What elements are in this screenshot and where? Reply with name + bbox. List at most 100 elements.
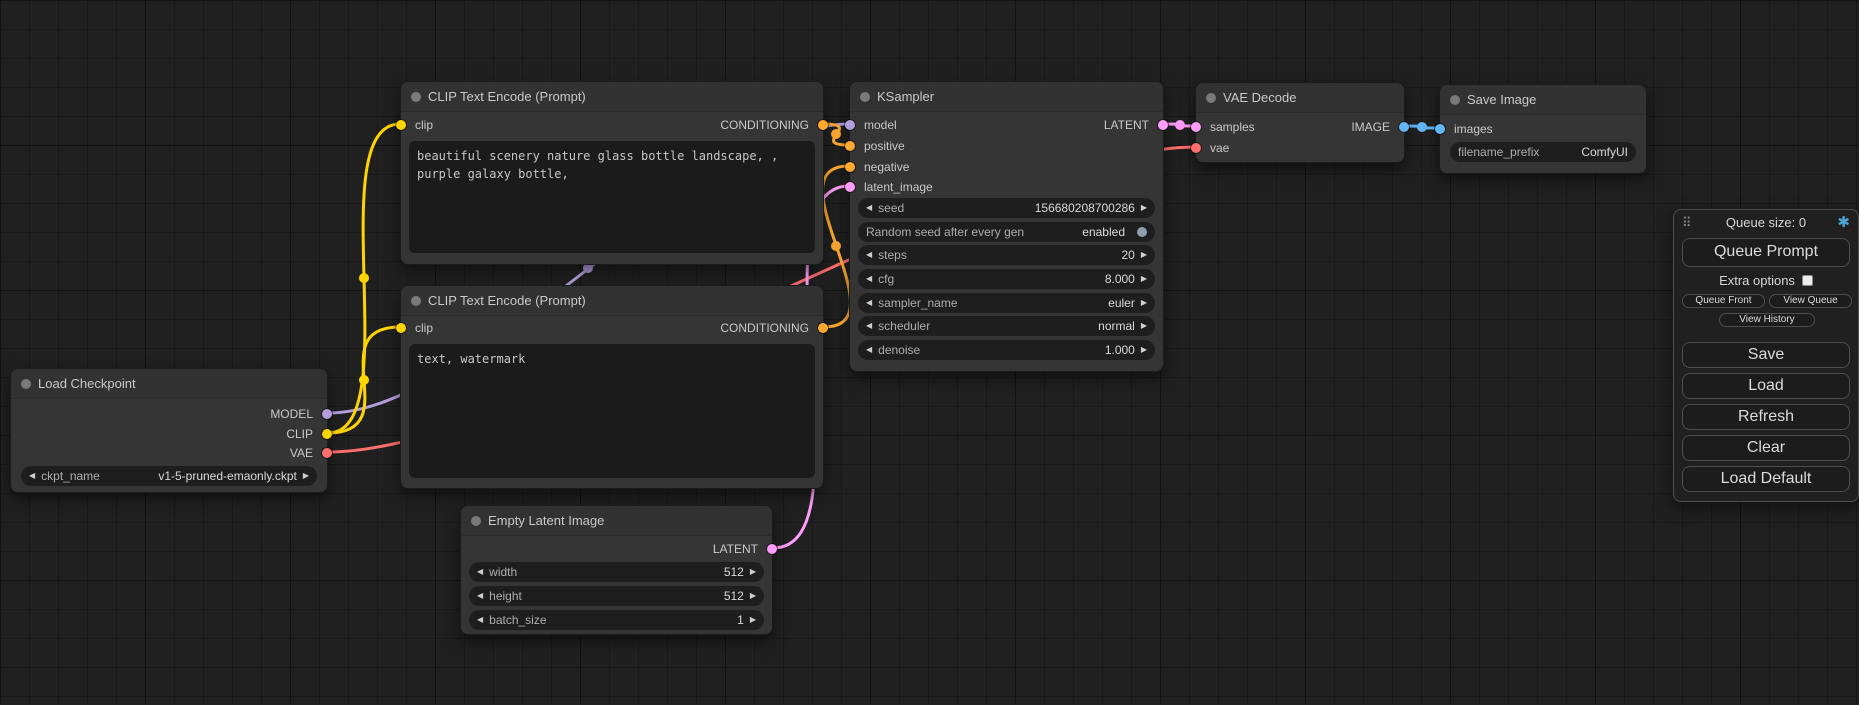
collapse-dot-icon[interactable] (860, 92, 870, 102)
node-title-bar[interactable]: KSampler (850, 82, 1163, 112)
output-port-vae[interactable]: VAE (11, 444, 327, 462)
widget-label: height (489, 589, 522, 603)
widget-value: 1 (737, 613, 744, 627)
output-port-conditioning[interactable]: CONDITIONING (401, 319, 823, 337)
increment-arrow-icon[interactable]: ▶ (1141, 340, 1147, 360)
node-title-bar[interactable]: Load Checkpoint (11, 369, 327, 399)
collapse-dot-icon[interactable] (21, 379, 31, 389)
widget-seed[interactable]: ◀ seed 156680208700286 ▶ (858, 198, 1155, 218)
increment-arrow-icon[interactable]: ▶ (1141, 198, 1147, 218)
node-title: CLIP Text Encode (Prompt) (428, 293, 586, 308)
output-port-clip[interactable]: CLIP (11, 425, 327, 443)
node-title-bar[interactable]: VAE Decode (1196, 83, 1404, 113)
widget-random-seed-toggle[interactable]: Random seed after every gen enabled (858, 222, 1155, 242)
input-port-positive[interactable]: positive (850, 137, 1163, 155)
decrement-arrow-icon[interactable]: ◀ (477, 586, 483, 606)
increment-arrow-icon[interactable]: ▶ (750, 610, 756, 630)
increment-arrow-icon[interactable]: ▶ (1141, 293, 1147, 313)
decrement-arrow-icon[interactable]: ◀ (866, 198, 872, 218)
widget-scheduler[interactable]: ◀ scheduler normal ▶ (858, 316, 1155, 336)
decrement-arrow-icon[interactable]: ◀ (477, 562, 483, 582)
widget-steps[interactable]: ◀ steps 20 ▶ (858, 245, 1155, 265)
queue-front-button[interactable]: Queue Front (1682, 294, 1765, 308)
port-dot-conditioning[interactable] (818, 120, 828, 130)
port-label: LATENT (1104, 118, 1149, 132)
widget-cfg[interactable]: ◀ cfg 8.000 ▶ (858, 269, 1155, 289)
drag-handle-icon[interactable]: ⠿ (1682, 210, 1692, 236)
widget-denoise[interactable]: ◀ denoise 1.000 ▶ (858, 340, 1155, 360)
node-save-image[interactable]: Save Image images filename_prefix ComfyU… (1439, 84, 1647, 174)
load-default-button[interactable]: Load Default (1682, 466, 1850, 492)
increment-arrow-icon[interactable]: ▶ (1141, 245, 1147, 265)
widget-batch-size[interactable]: ◀ batch_size 1 ▶ (469, 610, 764, 630)
node-title-bar[interactable]: CLIP Text Encode (Prompt) (401, 286, 823, 316)
settings-gear-icon[interactable]: ✱ (1837, 210, 1850, 236)
link-dot (831, 129, 841, 139)
port-dot-image[interactable] (1399, 122, 1409, 132)
port-dot-clip[interactable] (322, 429, 332, 439)
port-label: MODEL (270, 407, 313, 421)
node-clip-text-encode-positive[interactable]: CLIP Text Encode (Prompt) clip CONDITION… (400, 81, 824, 265)
decrement-arrow-icon[interactable]: ◀ (866, 316, 872, 336)
prompt-text-input[interactable]: beautiful scenery nature glass bottle la… (409, 141, 815, 253)
input-port-negative[interactable]: negative (850, 158, 1163, 176)
node-load-checkpoint[interactable]: Load Checkpoint MODEL CLIP VAE ◀ ckpt_na… (10, 368, 328, 493)
output-port-conditioning[interactable]: CONDITIONING (401, 116, 823, 134)
decrement-arrow-icon[interactable]: ◀ (866, 245, 872, 265)
node-clip-text-encode-negative[interactable]: CLIP Text Encode (Prompt) clip CONDITION… (400, 285, 824, 489)
widget-width[interactable]: ◀ width 512 ▶ (469, 562, 764, 582)
collapse-dot-icon[interactable] (471, 516, 481, 526)
port-dot-model[interactable] (322, 409, 332, 419)
increment-arrow-icon[interactable]: ▶ (750, 586, 756, 606)
refresh-button[interactable]: Refresh (1682, 404, 1850, 430)
node-title-bar[interactable]: CLIP Text Encode (Prompt) (401, 82, 823, 112)
output-port-image[interactable]: IMAGE (1196, 118, 1404, 136)
save-button[interactable]: Save (1682, 342, 1850, 368)
increment-arrow-icon[interactable]: ▶ (303, 466, 309, 486)
increment-arrow-icon[interactable]: ▶ (750, 562, 756, 582)
prompt-text-input[interactable]: text, watermark (409, 344, 815, 478)
widget-ckpt-name[interactable]: ◀ ckpt_name v1-5-pruned-emaonly.ckpt ▶ (21, 466, 317, 486)
node-vae-decode[interactable]: VAE Decode samples IMAGE vae (1195, 82, 1405, 163)
view-queue-button[interactable]: View Queue (1769, 294, 1852, 308)
output-port-model[interactable]: MODEL (11, 405, 327, 423)
port-dot-latent[interactable] (845, 182, 855, 192)
port-dot-conditioning[interactable] (818, 323, 828, 333)
input-port-latent-image[interactable]: latent_image (850, 178, 1163, 196)
decrement-arrow-icon[interactable]: ◀ (477, 610, 483, 630)
node-title-bar[interactable]: Empty Latent Image (461, 506, 772, 536)
load-button[interactable]: Load (1682, 373, 1850, 399)
widget-sampler-name[interactable]: ◀ sampler_name euler ▶ (858, 293, 1155, 313)
extra-options-checkbox[interactable] (1802, 275, 1813, 286)
widget-filename-prefix[interactable]: filename_prefix ComfyUI (1450, 142, 1636, 162)
decrement-arrow-icon[interactable]: ◀ (866, 269, 872, 289)
node-ksampler[interactable]: KSampler model positive negative latent_… (849, 81, 1164, 372)
collapse-dot-icon[interactable] (411, 296, 421, 306)
port-dot-latent[interactable] (1158, 120, 1168, 130)
collapse-dot-icon[interactable] (411, 92, 421, 102)
port-dot-vae[interactable] (322, 448, 332, 458)
port-dot-latent[interactable] (767, 544, 777, 554)
collapse-dot-icon[interactable] (1450, 95, 1460, 105)
widget-height[interactable]: ◀ height 512 ▶ (469, 586, 764, 606)
increment-arrow-icon[interactable]: ▶ (1141, 269, 1147, 289)
node-empty-latent-image[interactable]: Empty Latent Image LATENT ◀ width 512 ▶ … (460, 505, 773, 635)
output-port-latent[interactable]: LATENT (850, 116, 1163, 134)
output-port-latent[interactable]: LATENT (461, 540, 772, 558)
increment-arrow-icon[interactable]: ▶ (1141, 316, 1147, 336)
decrement-arrow-icon[interactable]: ◀ (866, 340, 872, 360)
toggle-dot-icon[interactable] (1137, 227, 1147, 237)
decrement-arrow-icon[interactable]: ◀ (29, 466, 35, 486)
port-dot-vae[interactable] (1191, 143, 1201, 153)
clear-button[interactable]: Clear (1682, 435, 1850, 461)
port-dot-conditioning[interactable] (845, 162, 855, 172)
queue-prompt-button[interactable]: Queue Prompt (1682, 238, 1850, 267)
port-dot-image[interactable] (1435, 124, 1445, 134)
node-title-bar[interactable]: Save Image (1440, 85, 1646, 115)
input-port-vae[interactable]: vae (1196, 139, 1404, 157)
port-dot-conditioning[interactable] (845, 141, 855, 151)
decrement-arrow-icon[interactable]: ◀ (866, 293, 872, 313)
view-history-button[interactable]: View History (1719, 313, 1815, 327)
input-port-images[interactable]: images (1440, 120, 1646, 138)
collapse-dot-icon[interactable] (1206, 93, 1216, 103)
